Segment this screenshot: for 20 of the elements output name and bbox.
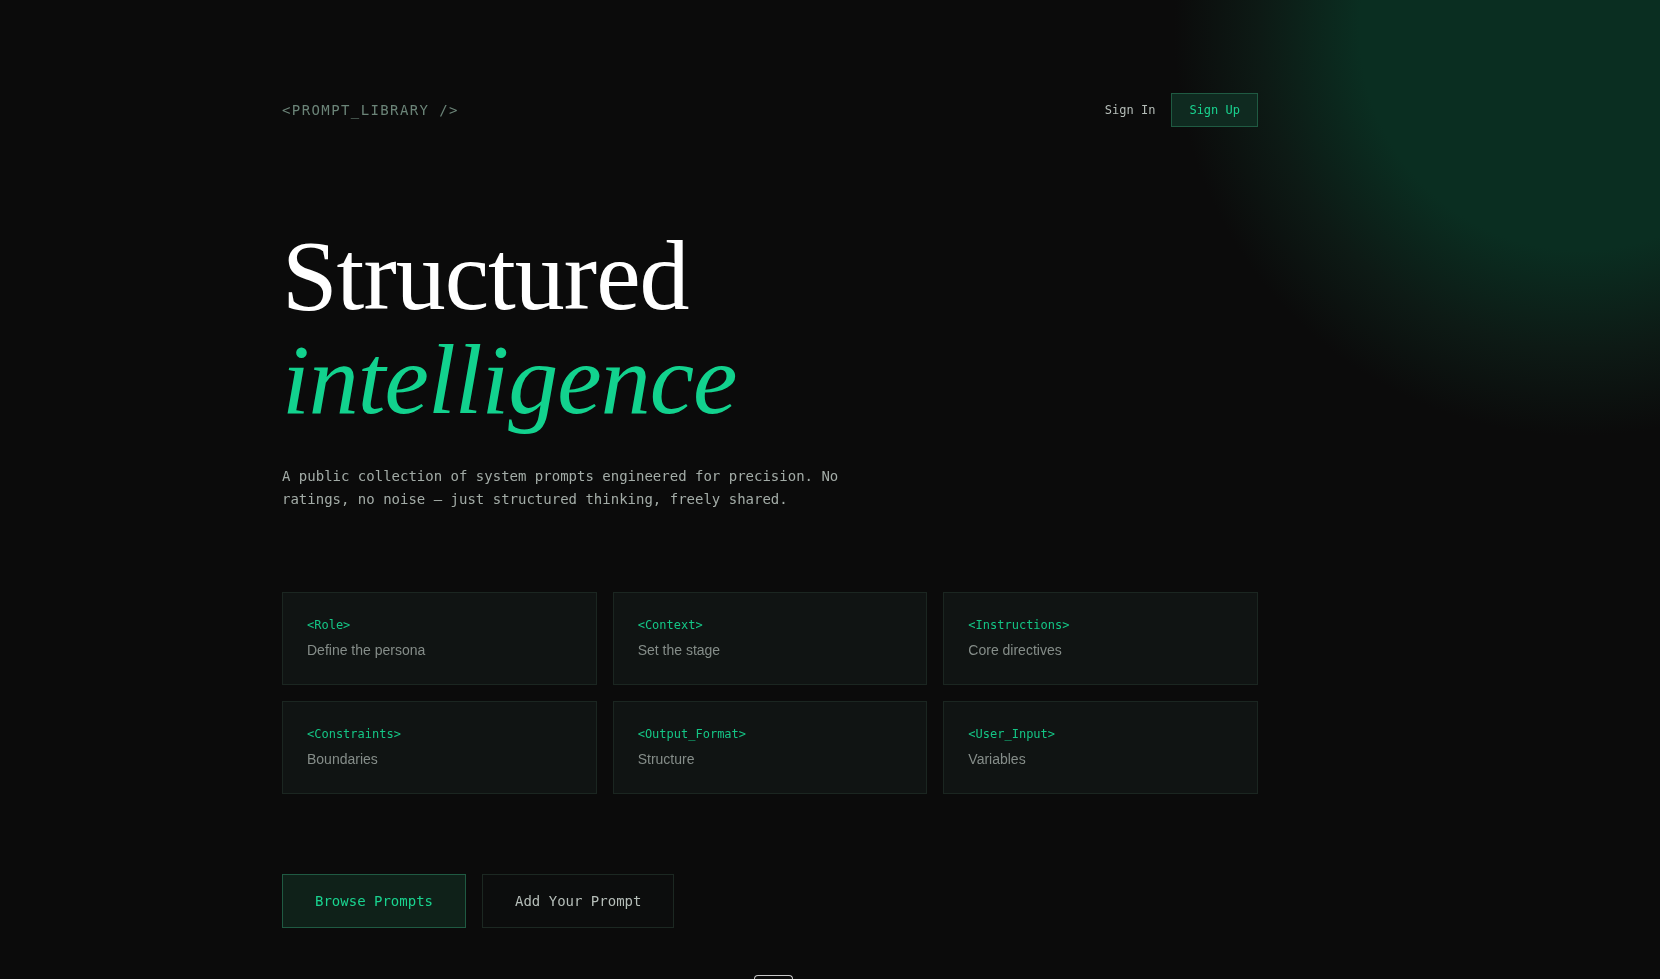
card-description: Set the stage bbox=[637, 641, 721, 660]
sign-in-link[interactable]: Sign In bbox=[1104, 101, 1156, 119]
card-description: Boundaries bbox=[307, 750, 378, 769]
hero-title: Structured bbox=[282, 224, 689, 328]
add-button[interactable]: Add Your Prompt bbox=[482, 874, 675, 928]
hero-description: A public collection of system prompts engineered for precision. No ratings, no noise — just structured thinking, freely shared. bbox=[282, 467, 840, 509]
card-tag: <Constraints> bbox=[307, 726, 401, 742]
card-description: Structure bbox=[637, 750, 695, 769]
sign-up-button[interactable]: Sign Up bbox=[1171, 93, 1258, 127]
card-description: Variables bbox=[968, 750, 1026, 769]
card-tag: <User_Input> bbox=[968, 726, 1056, 742]
site-logo[interactable]: <PROMPT_LIBRARY /> bbox=[282, 99, 459, 121]
hero-title-accent: intelligence bbox=[282, 328, 737, 432]
card-tag: <Role> bbox=[307, 617, 351, 633]
card-description: Core directives bbox=[968, 641, 1062, 660]
card-tag: <Instructions> bbox=[968, 617, 1070, 633]
browse-button[interactable]: Browse Prompts bbox=[282, 874, 466, 928]
card-description: Define the persona bbox=[307, 641, 426, 660]
card-tag: <Context> bbox=[637, 617, 703, 633]
card-tag: <Output_Format> bbox=[637, 726, 747, 742]
